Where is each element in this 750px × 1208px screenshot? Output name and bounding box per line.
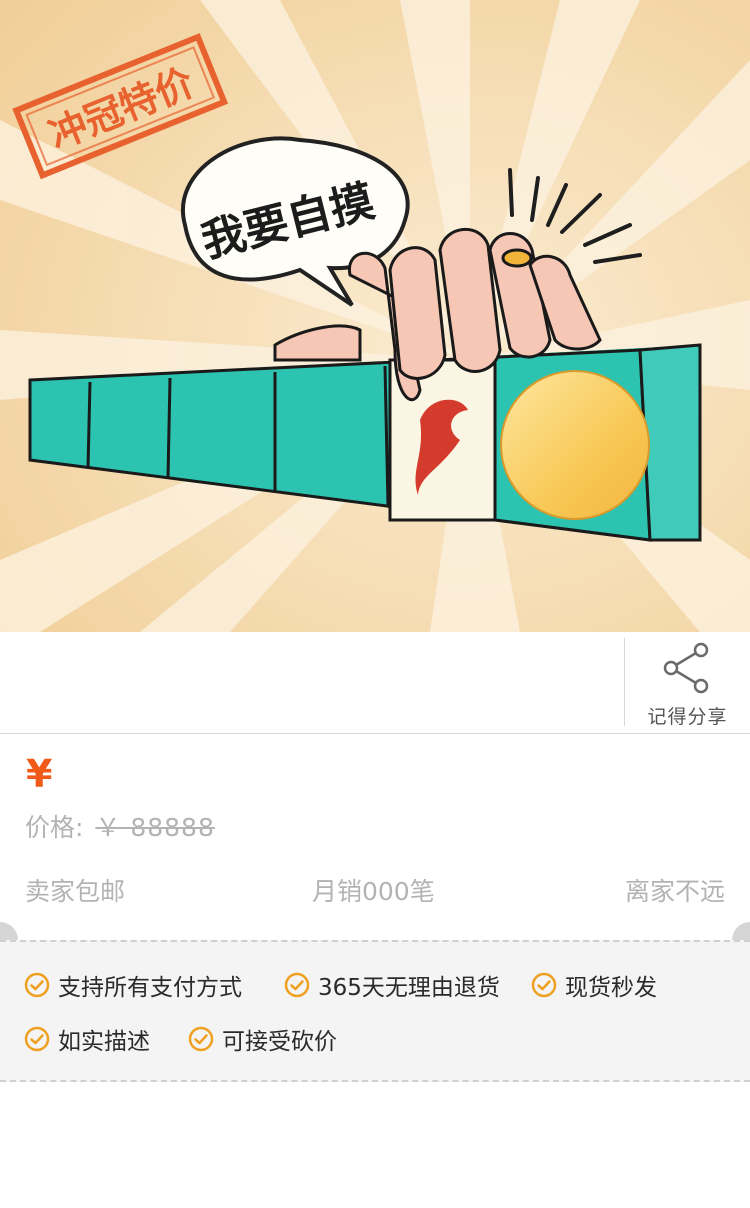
original-price-value: ￥ 88888 bbox=[95, 813, 215, 842]
hero-illustration: 冲冠特价 我要自摸 bbox=[0, 0, 750, 632]
guarantee-item: 现货秒发 bbox=[531, 968, 657, 1002]
guarantee-item: 365天无理由退货 bbox=[284, 968, 500, 1002]
check-circle-icon bbox=[284, 972, 310, 998]
guarantee-item: 如实描述 bbox=[24, 1022, 150, 1056]
check-circle-icon bbox=[531, 972, 557, 998]
check-circle-icon bbox=[24, 972, 50, 998]
guarantee-label: 如实描述 bbox=[58, 1029, 150, 1055]
hero-banner: 冲冠特价 我要自摸 bbox=[0, 0, 750, 632]
guarantee-item: 可接受砍价 bbox=[188, 1022, 337, 1056]
original-price-label: 价格: bbox=[25, 813, 84, 842]
check-circle-icon bbox=[24, 1026, 50, 1052]
monthly-sales-text: 月销000笔 bbox=[312, 877, 435, 906]
guarantee-strip: 支持所有支付方式 365天无理由退货 现货秒发 如实描述 可接受砍价 bbox=[0, 940, 750, 1082]
guarantee-label: 现货秒发 bbox=[565, 975, 657, 1001]
share-label: 记得分享 bbox=[647, 706, 728, 728]
guarantee-label: 可接受砍价 bbox=[222, 1029, 337, 1055]
share-button[interactable]: 记得分享 bbox=[624, 638, 750, 728]
shipping-text: 卖家包邮 bbox=[25, 877, 126, 906]
distance-text: 离家不远 bbox=[624, 877, 725, 906]
guarantee-label: 365天无理由退货 bbox=[318, 975, 500, 1001]
price-currency: ¥ bbox=[26, 752, 53, 796]
guarantee-label: 支持所有支付方式 bbox=[58, 975, 242, 1001]
original-price: 价格: ￥ 88888 bbox=[25, 808, 215, 844]
share-icon bbox=[663, 642, 709, 694]
meta-row: 卖家包邮 月销000笔 离家不远 bbox=[0, 872, 750, 912]
guarantee-item: 支持所有支付方式 bbox=[24, 968, 242, 1002]
title-row: 记得分享 bbox=[0, 632, 750, 734]
check-circle-icon bbox=[188, 1026, 214, 1052]
